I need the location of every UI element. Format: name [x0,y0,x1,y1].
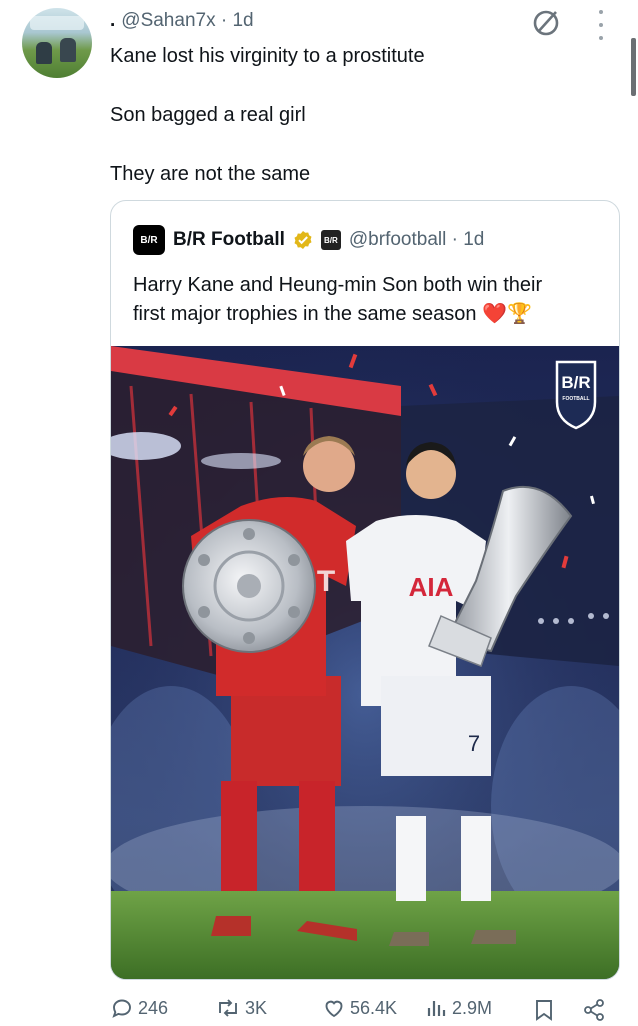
watermark-subtext: FOOTBALL [562,396,589,402]
like-count: 56.4K [350,997,398,1018]
reply-count: 246 [138,997,169,1018]
br-watermark: B/R FOOTBALL [555,360,597,430]
quoted-text-line: first major trophies in the same season … [133,303,532,325]
quoted-post[interactable]: B/R B/R Football B/R @brfootball · 1d Ha… [110,200,620,980]
emoji: ❤️🏆 [482,303,532,325]
affiliate-badge: B/R [320,230,341,250]
reply-button[interactable]: 246 [110,996,168,1020]
scrollbar[interactable] [631,38,636,96]
shirt-sponsor-left: T [317,565,335,598]
bookmark-icon[interactable] [534,998,554,1022]
quoted-avatar[interactable]: B/R [133,225,165,255]
quoted-media-image[interactable]: B/R FOOTBALL T AIA 7 [111,346,619,979]
quoted-text: Harry Kane and Heung-min Son both win th… [133,271,603,329]
share-icon[interactable] [582,998,606,1022]
verified-badge-icon [294,231,312,249]
post-text-line: Kane lost his virginity to a prostitute [110,45,425,67]
repost-button[interactable]: 3K [215,996,267,1020]
post-text-line: Son bagged a real girl [110,104,306,126]
views-count: 2.9M [452,997,493,1018]
like-icon [325,1000,343,1018]
no-entry-icon[interactable] [530,6,562,38]
post-text-line: They are not the same [110,163,311,185]
shield-trophy [182,519,316,653]
header-separator: . [110,10,116,31]
avatar-figure [36,42,52,64]
post-header: . @Sahan7x · 1d [110,10,254,32]
repost-icon [219,999,237,1017]
author-avatar[interactable] [22,8,92,78]
like-button[interactable]: 56.4K [322,996,397,1020]
author-handle-time[interactable]: @Sahan7x · 1d [121,10,253,32]
quoted-header: B/R B/R Football B/R @brfootball · 1d [133,225,484,255]
reply-icon [112,999,131,1018]
avatar-figure [60,38,76,62]
repost-count: 3K [245,997,268,1018]
watermark-text: B/R [561,373,590,392]
views-button[interactable]: 2.9M [426,996,492,1020]
avatar-stand [30,16,84,30]
views-icon [427,1001,446,1016]
quoted-handle-time[interactable]: @brfootball · 1d [349,229,484,251]
quoted-text-line: Harry Kane and Heung-min Son both win th… [133,274,543,296]
action-bar: 246 3K 56.4K 2.9M [110,996,620,1026]
quoted-author-name[interactable]: B/R Football [173,229,285,251]
shirt-number: 7 [468,731,480,756]
more-vertical-icon[interactable] [596,10,606,40]
shirt-sponsor-right: AIA [409,572,454,602]
